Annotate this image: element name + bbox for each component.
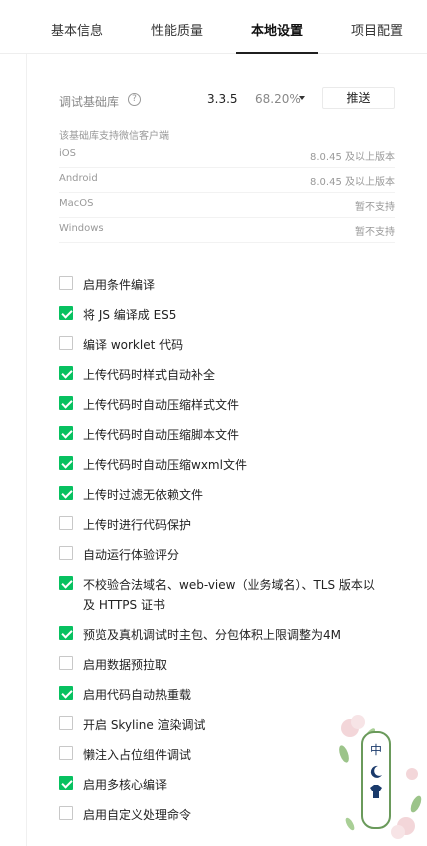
left-divider [26,54,27,846]
support-value: 暂不支持 [355,202,395,213]
support-row-android: Android 8.0.45 及以上版本 [59,168,395,193]
lib-version-select[interactable]: 3.3.5 68.20% [199,86,317,110]
option-label: 上传代码时自动压缩wxml文件 [83,458,247,472]
option-label: 上传代码时样式自动补全 [83,368,216,382]
option-label: 预览及真机调试时主包、分包体积上限调整为4M [83,628,341,642]
lib-usage-percent: 68.20% [255,92,301,106]
debug-lib-row: 调试基础库 ? 3.3.5 68.20% 推送 [0,86,427,112]
support-value: 暂不支持 [355,227,395,238]
option-label: 上传代码时自动压缩脚本文件 [83,428,240,442]
support-value: 8.0.45 及以上版本 [310,152,395,163]
checkbox[interactable] [59,576,73,590]
option-label: 编译 worklet 代码 [83,338,184,352]
checkbox[interactable] [59,306,73,320]
checkbox[interactable] [59,776,73,790]
option-label: 将 JS 编译成 ES5 [83,308,177,322]
option-label: 启用多核心编译 [83,778,168,792]
option-label: 自动运行体验评分 [83,548,180,562]
floral-sticker: 中 [339,715,422,839]
checkbox[interactable] [59,806,73,820]
support-row-windows: Windows 暂不支持 [59,218,395,243]
active-tab-indicator [236,52,318,54]
tab-project-config[interactable]: 项目配置 [351,20,403,39]
checkbox[interactable] [59,396,73,410]
option-label: 懒注入占位组件调试 [83,748,192,762]
checkbox[interactable] [59,546,73,560]
checkbox[interactable] [59,336,73,350]
option-label: 不校验合法域名、web-view（业务域名）、TLS 版本以及 HTTPS 证书 [83,578,375,612]
chevron-down-icon [299,96,305,100]
option-label: 启用数据预拉取 [83,658,168,672]
support-title: 该基础库支持微信客户端 [59,131,169,142]
support-platform: MacOS [59,198,94,209]
support-platform: Android [59,173,98,184]
tab-performance[interactable]: 性能质量 [151,20,203,39]
checkbox[interactable] [59,716,73,730]
debug-lib-label: 调试基础库 [59,95,120,109]
option-label: 上传时进行代码保护 [83,518,192,532]
tab-basic-info[interactable]: 基本信息 [51,20,103,39]
checkbox[interactable] [59,276,73,290]
lib-version: 3.3.5 [207,92,238,106]
support-row-macos: MacOS 暂不支持 [59,193,395,218]
checkbox[interactable] [59,656,73,670]
checkbox[interactable] [59,746,73,760]
help-icon[interactable]: ? [128,93,141,106]
option-label: 启用自定义处理命令 [83,808,192,822]
support-row-ios: iOS 8.0.45 及以上版本 [59,143,395,168]
checkbox[interactable] [59,486,73,500]
checkbox[interactable] [59,686,73,700]
option-label: 启用条件编译 [83,278,156,292]
tab-local-settings[interactable]: 本地设置 [251,20,303,39]
option-label: 上传代码时自动压缩样式文件 [83,398,240,412]
sticker-text[interactable]: 中 [370,742,382,757]
push-button[interactable]: 推送 [322,87,395,109]
checkbox[interactable] [59,516,73,530]
checkbox[interactable] [59,426,73,440]
checkbox[interactable] [59,626,73,640]
support-value: 8.0.45 及以上版本 [310,177,395,188]
option-label: 启用代码自动热重载 [83,688,192,702]
option-label: 上传时过滤无依赖文件 [83,488,204,502]
checkbox[interactable] [59,366,73,380]
support-platform: Windows [59,223,104,234]
support-platform: iOS [59,148,76,159]
tab-bar: 基本信息 性能质量 本地设置 项目配置 [0,0,427,54]
checkbox[interactable] [59,456,73,470]
option-label: 开启 Skyline 渲染调试 [83,718,206,732]
